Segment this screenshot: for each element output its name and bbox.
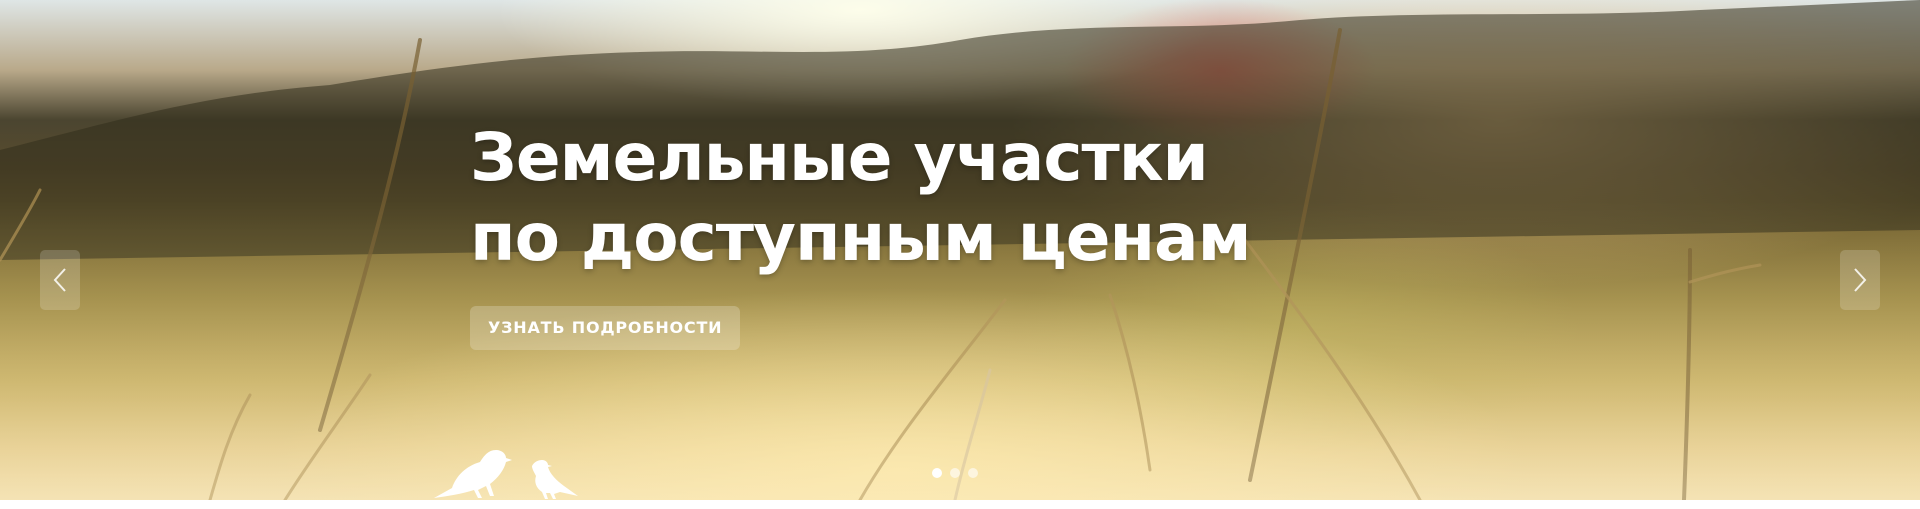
slide-caption: Земельные участки по доступным ценам УЗН… (470, 118, 1252, 350)
slide-indicator-2[interactable] (950, 468, 960, 478)
prev-slide-button[interactable] (40, 250, 80, 310)
headline-line-1: Земельные участки (470, 119, 1209, 196)
hero-slider: Земельные участки по доступным ценам УЗН… (0, 0, 1920, 500)
next-slide-button[interactable] (1840, 250, 1880, 310)
chevron-right-icon (1854, 268, 1867, 292)
slide-indicators (932, 468, 978, 478)
slide-headline: Земельные участки по доступным ценам (470, 118, 1252, 278)
headline-line-2: по доступным ценам (470, 199, 1252, 276)
slide-indicator-3[interactable] (968, 468, 978, 478)
learn-more-button[interactable]: УЗНАТЬ ПОДРОБНОСТИ (470, 306, 741, 350)
slide-indicator-1[interactable] (932, 468, 942, 478)
birds-icon (434, 450, 578, 499)
chevron-left-icon (53, 268, 66, 292)
